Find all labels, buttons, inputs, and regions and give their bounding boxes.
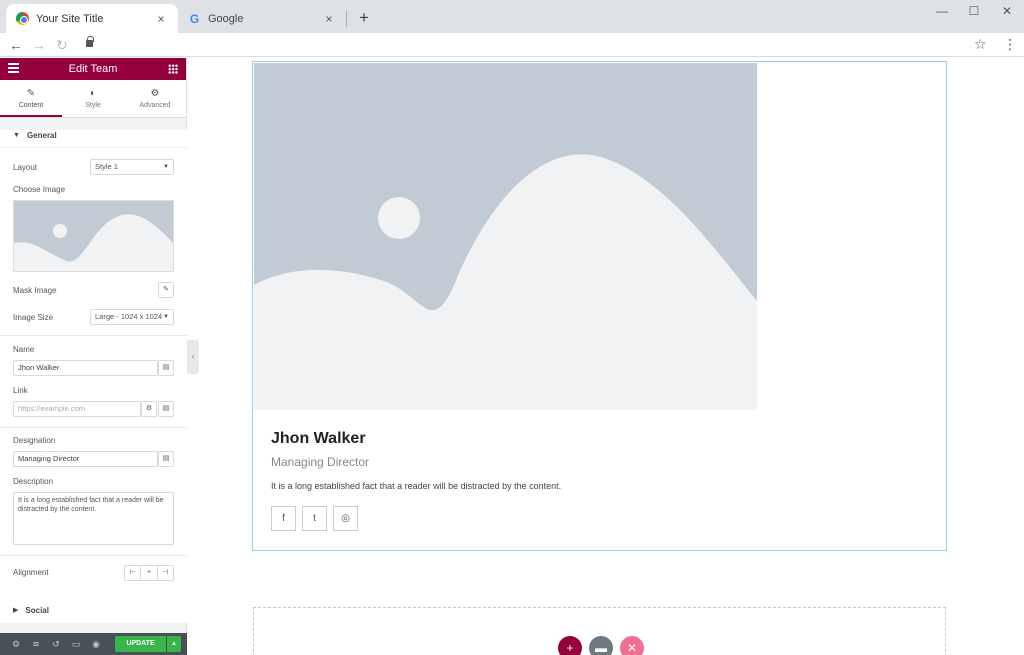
mask-image-label: Mask Image: [13, 286, 57, 295]
link-options-gear-icon[interactable]: ⚙: [141, 401, 157, 417]
facebook-icon[interactable]: f: [271, 506, 296, 531]
layout-select[interactable]: Style 1 ▼: [90, 159, 174, 175]
layout-value: Style 1: [95, 162, 118, 171]
add-new-section-icon[interactable]: +: [558, 636, 582, 655]
browser-menu-icon[interactable]: ⋮: [1003, 36, 1017, 53]
add-template-folder-icon[interactable]: ▬: [589, 636, 613, 655]
twitter-icon[interactable]: t: [302, 506, 327, 531]
divider: [0, 335, 187, 336]
member-designation: Managing Director: [271, 455, 370, 469]
align-right-icon[interactable]: ⊣: [158, 566, 173, 580]
update-options-caret-icon[interactable]: ▲: [167, 636, 181, 652]
section-title: Social: [25, 605, 49, 615]
window-close-icon[interactable]: ✕: [997, 4, 1017, 18]
social-section-toggle[interactable]: ▶ Social: [0, 597, 187, 623]
description-textarea[interactable]: It is a long established fact that a rea…: [13, 492, 174, 545]
tab-label: Style: [85, 102, 101, 109]
maximize-icon[interactable]: ☐: [964, 4, 984, 18]
layout-label: Layout: [13, 163, 38, 172]
chrome-favicon-icon: [16, 12, 29, 25]
dynamic-tags-icon[interactable]: ▤: [158, 401, 174, 417]
tab-google[interactable]: G Google ×: [178, 4, 346, 33]
google-favicon-icon: G: [189, 11, 200, 26]
update-button[interactable]: UPDATE: [115, 636, 166, 652]
designation-label: Designation: [13, 436, 56, 445]
browser-tab-bar: Your Site Title × G Google × + — ☐ ✕: [0, 0, 1024, 33]
member-name: Jhon Walker: [271, 430, 366, 447]
link-input[interactable]: https://example.com: [13, 401, 141, 417]
tab-title: Google: [208, 12, 244, 25]
name-input[interactable]: Jhon Walker: [13, 360, 158, 376]
panel-tabs: ✎ Content ◐ Style ⚙ Advanced: [0, 80, 186, 118]
panel-footer: ⚙ ≋ ↺ ▭ ◉ UPDATE ▲: [0, 633, 187, 655]
tab-style[interactable]: ◐ Style: [62, 80, 124, 117]
link-label: Link: [13, 386, 28, 395]
back-icon[interactable]: ←: [7, 36, 25, 54]
reload-icon[interactable]: ↻: [53, 36, 71, 54]
image-picker-preview[interactable]: [13, 200, 174, 272]
alignment-button-group: ⊢ + ⊣: [124, 565, 174, 581]
description-label: Description: [13, 477, 54, 486]
address-bar: ← → ↻ ☆ ⋮: [0, 33, 1024, 57]
lock-icon: [86, 36, 94, 47]
dropdown-caret-icon: ▼: [163, 164, 169, 170]
align-center-icon[interactable]: +: [141, 566, 158, 580]
image-size-select[interactable]: Large - 1024 x 1024 ▼: [90, 309, 174, 325]
panel-header: Edit Team: [0, 58, 186, 80]
tab-label: Advanced: [139, 102, 171, 109]
divider: [0, 555, 187, 556]
placeholder-image-icon: [14, 201, 173, 271]
bookmark-star-icon[interactable]: ☆: [974, 36, 987, 53]
name-label: Name: [13, 345, 35, 354]
layers-icon[interactable]: ≋: [26, 633, 46, 655]
close-dropzone-icon[interactable]: ✕: [620, 636, 644, 655]
settings-icon[interactable]: ⚙: [6, 633, 26, 655]
new-tab-icon[interactable]: +: [354, 8, 374, 28]
panel-title: Edit Team: [68, 63, 118, 75]
choose-image-label: Choose Image: [13, 185, 66, 194]
close-tab-icon[interactable]: ×: [154, 12, 168, 26]
preview-eye-icon[interactable]: ◉: [86, 633, 106, 655]
dynamic-tags-icon[interactable]: ▤: [158, 451, 174, 467]
caret-right-icon: ▶: [13, 607, 19, 614]
member-description: It is a long established fact that a rea…: [271, 481, 562, 491]
editor-panel: Edit Team ✎ Content ◐ Style ⚙ Advanced ▼…: [0, 58, 187, 655]
hamburger-menu-icon[interactable]: [8, 63, 19, 73]
alignment-label: Alignment: [13, 568, 49, 577]
tab-advanced[interactable]: ⚙ Advanced: [124, 80, 186, 117]
align-left-icon[interactable]: ⊢: [125, 566, 142, 580]
collapse-panel-handle[interactable]: ‹: [187, 340, 199, 374]
designation-input[interactable]: Managing Director: [13, 451, 158, 467]
widgets-grid-icon[interactable]: [168, 64, 178, 74]
image-size-label: Image Size: [13, 313, 54, 322]
dynamic-tags-icon[interactable]: ▤: [158, 360, 174, 376]
general-section-toggle[interactable]: ▼ General: [0, 124, 187, 148]
responsive-mode-icon[interactable]: ▭: [66, 633, 86, 655]
divider: [0, 427, 187, 428]
close-tab-icon[interactable]: ×: [322, 12, 336, 26]
instagram-icon[interactable]: ◎: [333, 506, 358, 531]
caret-down-icon: ▼: [13, 132, 20, 139]
edit-mask-icon[interactable]: ✎: [158, 282, 174, 298]
gear-icon: ⚙: [150, 88, 160, 99]
team-member-widget[interactable]: Jhon Walker Managing Director It is a lo…: [252, 61, 947, 551]
team-member-image: [254, 63, 757, 410]
image-size-value: Large - 1024 x 1024: [95, 312, 163, 321]
contrast-icon: ◐: [89, 88, 97, 99]
placeholder-image-icon: [254, 63, 757, 410]
minimize-icon[interactable]: —: [932, 4, 952, 18]
tab-separator: [346, 11, 347, 27]
history-icon[interactable]: ↺: [46, 633, 66, 655]
forward-icon[interactable]: →: [30, 36, 48, 54]
dropdown-caret-icon: ▼: [163, 314, 169, 320]
section-title: General: [26, 131, 57, 140]
tab-label: Content: [18, 102, 44, 109]
pencil-icon: ✎: [26, 88, 36, 99]
tab-your-site-title[interactable]: Your Site Title ×: [6, 4, 178, 33]
tab-title: Your Site Title: [36, 12, 104, 25]
tab-content[interactable]: ✎ Content: [0, 80, 62, 117]
